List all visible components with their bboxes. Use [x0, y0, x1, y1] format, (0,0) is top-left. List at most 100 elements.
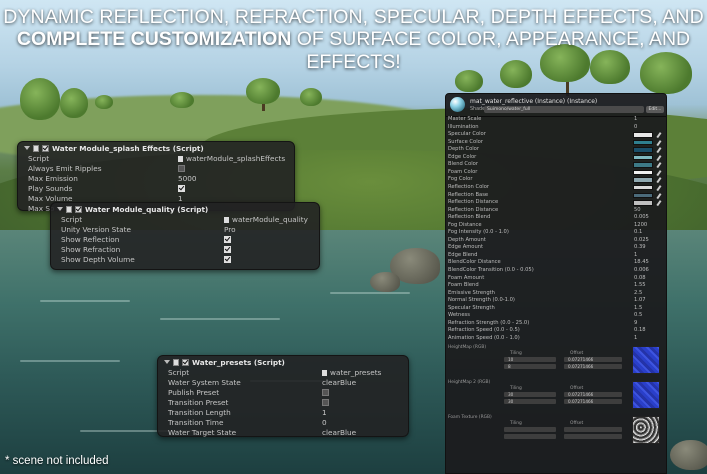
- material-prop-value[interactable]: 1200: [634, 222, 647, 229]
- checkbox-unchecked[interactable]: [178, 165, 185, 172]
- material-prop-value[interactable]: 18.45: [634, 259, 649, 266]
- material-prop-value[interactable]: 0.08: [634, 275, 646, 282]
- script-field[interactable]: waterModule_splashEffects: [178, 154, 285, 164]
- headline-emphasis: COMPLETE CUSTOMIZATION: [16, 28, 292, 50]
- always-emit-ripples-checkbox[interactable]: [178, 164, 185, 174]
- foldout-arrow-icon[interactable]: [164, 360, 170, 364]
- material-prop-value[interactable]: 0.5: [634, 312, 642, 319]
- eyedropper-icon[interactable]: [656, 162, 661, 168]
- material-prop-value[interactable]: 1: [634, 116, 637, 123]
- checkbox-checked[interactable]: [224, 246, 231, 253]
- tree: [170, 92, 194, 108]
- material-prop-value[interactable]: 50: [634, 207, 641, 214]
- material-prop-value[interactable]: 1.5: [634, 305, 642, 312]
- component-enabled-checkbox[interactable]: [75, 205, 82, 213]
- eyedropper-icon[interactable]: [656, 155, 661, 161]
- material-prop-label: Surface Color: [448, 138, 483, 145]
- checkbox-checked[interactable]: [178, 185, 185, 192]
- tiling-x-field[interactable]: [504, 426, 556, 432]
- script-field[interactable]: waterModule_quality: [224, 215, 308, 225]
- color-swatch[interactable]: [633, 169, 653, 176]
- material-prop-value[interactable]: 0.1: [634, 229, 642, 236]
- prop-label: Always Emit Ripples: [28, 164, 102, 173]
- material-prop-label: Animation Speed (0.0 - 1.0): [448, 334, 520, 341]
- offset-y-field[interactable]: 0.07271466: [564, 363, 622, 369]
- component-enabled-checkbox[interactable]: [42, 144, 49, 152]
- checkbox-checked[interactable]: [224, 256, 231, 263]
- eyedropper-icon[interactable]: [656, 177, 661, 183]
- play-sounds-checkbox[interactable]: [178, 184, 185, 194]
- checkbox-checked[interactable]: [224, 236, 231, 243]
- unity-version-dropdown[interactable]: Pro: [224, 225, 236, 235]
- offset-y-field[interactable]: 0.07271466: [564, 398, 622, 404]
- color-swatch[interactable]: [633, 177, 653, 183]
- show-depth-volume-checkbox[interactable]: [224, 255, 231, 265]
- eyedropper-icon[interactable]: [656, 185, 661, 191]
- color-swatch[interactable]: [633, 200, 653, 206]
- water-system-state-dropdown[interactable]: clearBlue: [322, 378, 356, 388]
- material-prop-value[interactable]: 1: [634, 335, 637, 342]
- water-target-state-dropdown[interactable]: clearBlue: [322, 428, 356, 438]
- offset-x-field[interactable]: [564, 426, 622, 432]
- tiling-x-field[interactable]: 30: [504, 391, 556, 397]
- material-prop-value[interactable]: 0.025: [634, 237, 649, 244]
- show-refraction-checkbox[interactable]: [224, 245, 231, 255]
- material-prop-label: Reflection Distance: [448, 199, 499, 206]
- transition-preset-checkbox[interactable]: [322, 398, 329, 408]
- material-prop-value[interactable]: 1.55: [634, 282, 646, 289]
- eyedropper-icon[interactable]: [656, 200, 661, 206]
- eyedropper-icon[interactable]: [656, 193, 661, 199]
- splash-panel-header[interactable]: Water Module_splash Effects (Script): [18, 142, 294, 154]
- material-prop-value[interactable]: 9: [634, 320, 637, 327]
- material-prop-value[interactable]: 0.18: [634, 327, 646, 334]
- eyedropper-icon[interactable]: [656, 132, 661, 138]
- color-swatch[interactable]: [633, 162, 653, 168]
- max-emission-field[interactable]: 5000: [178, 174, 197, 184]
- material-prop-label: BlendColor Distance: [448, 259, 501, 266]
- script-field[interactable]: water_presets: [322, 368, 381, 378]
- color-swatch[interactable]: [633, 139, 653, 146]
- checkbox-unchecked[interactable]: [322, 389, 329, 396]
- offset-y-field[interactable]: [564, 433, 622, 439]
- offset-x-field[interactable]: 0.07271466: [564, 356, 622, 362]
- prop-label: Unity Version State: [61, 225, 131, 234]
- material-prop-value[interactable]: 2.5: [634, 290, 642, 297]
- foldout-arrow-icon[interactable]: [57, 207, 63, 211]
- foldout-arrow-icon[interactable]: [24, 146, 30, 150]
- material-prop-value[interactable]: 1.07: [634, 297, 646, 304]
- material-prop-value[interactable]: 0.39: [634, 244, 646, 251]
- material-prop-value[interactable]: 0.005: [634, 214, 649, 221]
- texture-thumbnail[interactable]: [632, 415, 660, 444]
- quality-panel-header[interactable]: Water Module_quality (Script): [51, 203, 319, 215]
- script-file-icon: [66, 205, 72, 213]
- material-prop-value[interactable]: 0: [634, 124, 637, 131]
- tiling-x-field[interactable]: 10: [504, 356, 556, 362]
- material-prop-value[interactable]: 1: [634, 252, 637, 259]
- show-reflection-checkbox[interactable]: [224, 235, 231, 245]
- publish-preset-checkbox[interactable]: [322, 388, 329, 398]
- color-swatch[interactable]: [633, 154, 653, 161]
- eyedropper-icon[interactable]: [656, 147, 661, 153]
- color-swatch[interactable]: [633, 184, 653, 191]
- material-title: mat_water_reflective (Instance) (Instanc…: [470, 98, 598, 105]
- eyedropper-icon[interactable]: [656, 170, 661, 176]
- transition-length-field[interactable]: 1: [322, 408, 327, 418]
- tiling-y-field[interactable]: 30: [504, 398, 556, 404]
- edit-shader-button[interactable]: Edit...: [646, 106, 664, 113]
- color-swatch[interactable]: [633, 132, 653, 138]
- offset-x-field[interactable]: 0.07271466: [564, 391, 622, 397]
- color-swatch[interactable]: [633, 147, 653, 153]
- tiling-y-field[interactable]: 8: [504, 363, 556, 369]
- eyedropper-icon[interactable]: [656, 140, 661, 146]
- presets-panel-header[interactable]: Water_presets (Script): [158, 356, 408, 368]
- transition-time-field[interactable]: 0: [322, 418, 327, 428]
- shader-dropdown[interactable]: Suimono/water_full: [484, 106, 644, 113]
- component-enabled-checkbox[interactable]: [182, 358, 189, 366]
- texture-thumbnail[interactable]: [632, 380, 660, 409]
- checkbox-unchecked[interactable]: [322, 399, 329, 406]
- color-swatch[interactable]: [633, 192, 653, 198]
- material-prop-value[interactable]: 0.006: [634, 267, 649, 274]
- tiling-y-field[interactable]: [504, 433, 556, 439]
- prop-label: Show Depth Volume: [61, 255, 135, 264]
- texture-thumbnail[interactable]: [632, 345, 660, 374]
